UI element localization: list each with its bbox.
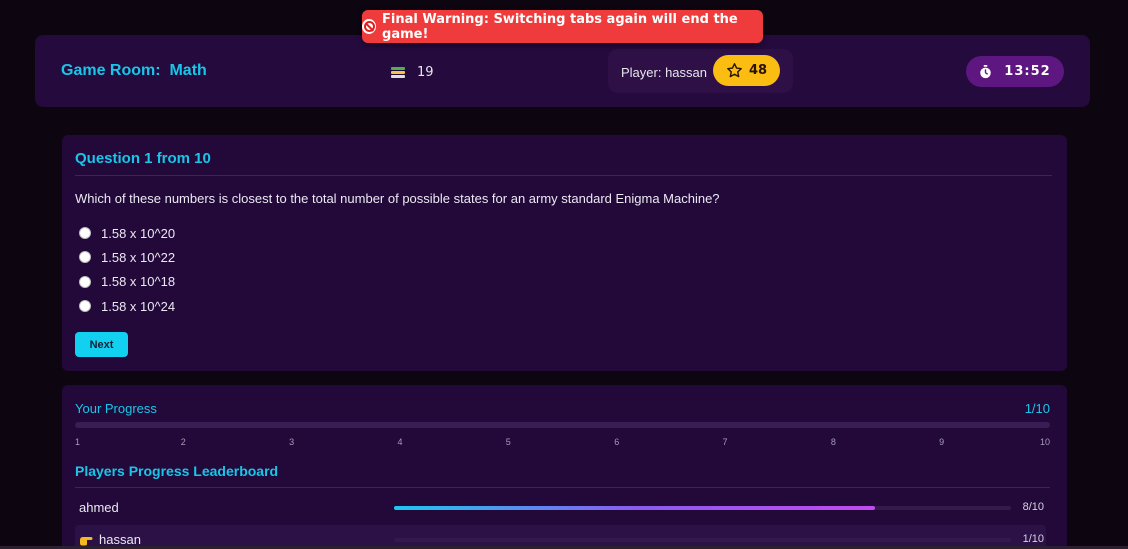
- leaderboard-title: Players Progress Leaderboard: [75, 463, 279, 479]
- game-screen: Final Warning: Switching tabs again will…: [0, 0, 1128, 549]
- timer-value: 13:52: [1004, 64, 1051, 79]
- radio-button[interactable]: [79, 251, 91, 264]
- progress-ticks: 1 2 3 4 5 6 7 8 9 10: [75, 437, 1050, 449]
- progress-tick: 1: [75, 437, 81, 447]
- answer-option[interactable]: 1.58 x 10^24: [79, 294, 175, 318]
- room-title: Game Room: Math: [61, 62, 207, 79]
- player-progress-fill: [394, 506, 876, 510]
- progress-title: Your Progress: [75, 401, 157, 416]
- player-label: Player: hassan: [621, 65, 707, 80]
- divider: [75, 487, 1050, 488]
- progress-tick: 5: [505, 437, 511, 447]
- warning-toast: Final Warning: Switching tabs again will…: [362, 10, 763, 43]
- question-count-value: 19: [417, 65, 434, 80]
- progress-tick: 8: [830, 437, 836, 447]
- progress-tick: 6: [614, 437, 620, 447]
- books-icon: [391, 67, 405, 78]
- warning-text: Final Warning: Switching tabs again will…: [382, 11, 738, 42]
- player-progress-track: [394, 506, 1011, 510]
- radio-button[interactable]: [79, 227, 91, 240]
- progress-card: Your Progress 1/10 1 2 3 4 5 6 7 8 9 10 …: [62, 385, 1067, 549]
- answer-option[interactable]: 1.58 x 10^22: [79, 245, 175, 269]
- answer-option[interactable]: 1.58 x 10^18: [79, 270, 175, 294]
- player-name-text: ahmed: [79, 500, 119, 515]
- option-label: 1.58 x 10^22: [101, 249, 176, 265]
- score-value: 48: [748, 63, 768, 78]
- progress-track: [75, 422, 1050, 428]
- score-badge: 48: [713, 55, 780, 86]
- game-header: Game Room: Math 19 Player: hassan 48 13:…: [35, 35, 1090, 107]
- question-title: Question 1 from 10: [75, 150, 211, 167]
- progress-tick: 9: [939, 437, 945, 447]
- progress-tick: 7: [722, 437, 728, 447]
- progress-tick: 2: [180, 437, 186, 447]
- ban-icon: [362, 19, 377, 34]
- answer-options: 1.58 x 10^20 1.58 x 10^22 1.58 x 10^18 1…: [79, 221, 175, 318]
- player-name: hassan: [79, 532, 141, 547]
- divider: [75, 175, 1052, 176]
- timer-badge: 13:52: [966, 56, 1064, 87]
- answer-option[interactable]: 1.58 x 10^20: [79, 221, 175, 245]
- progress-tick: 3: [289, 437, 295, 447]
- question-card: Question 1 from 10 Which of these number…: [62, 135, 1067, 371]
- player-info: Player: hassan 48: [608, 49, 793, 93]
- radio-button[interactable]: [79, 275, 91, 288]
- progress-tick: 10: [1039, 437, 1050, 447]
- star-icon: [727, 63, 742, 78]
- question-text: Which of these numbers is closest to the…: [75, 191, 720, 206]
- player-progress-count: 1/10: [1022, 533, 1044, 545]
- next-button[interactable]: Next: [75, 332, 128, 357]
- leaderboard-row: ahmed 8/10: [75, 493, 1046, 521]
- radio-button[interactable]: [79, 300, 91, 313]
- player-progress-track: [394, 538, 1011, 542]
- player-progress-count: 8/10: [1022, 501, 1044, 513]
- progress-tick: 4: [397, 437, 403, 447]
- question-count: 19: [391, 65, 434, 80]
- progress-value: 1/10: [1024, 401, 1050, 416]
- option-label: 1.58 x 10^20: [101, 225, 176, 241]
- option-label: 1.58 x 10^24: [101, 298, 176, 314]
- option-label: 1.58 x 10^18: [101, 274, 176, 290]
- player-name: ahmed: [79, 500, 119, 515]
- stopwatch-icon: [980, 64, 992, 78]
- pointing-hand-icon: [80, 536, 93, 545]
- player-name-text: hassan: [99, 532, 141, 547]
